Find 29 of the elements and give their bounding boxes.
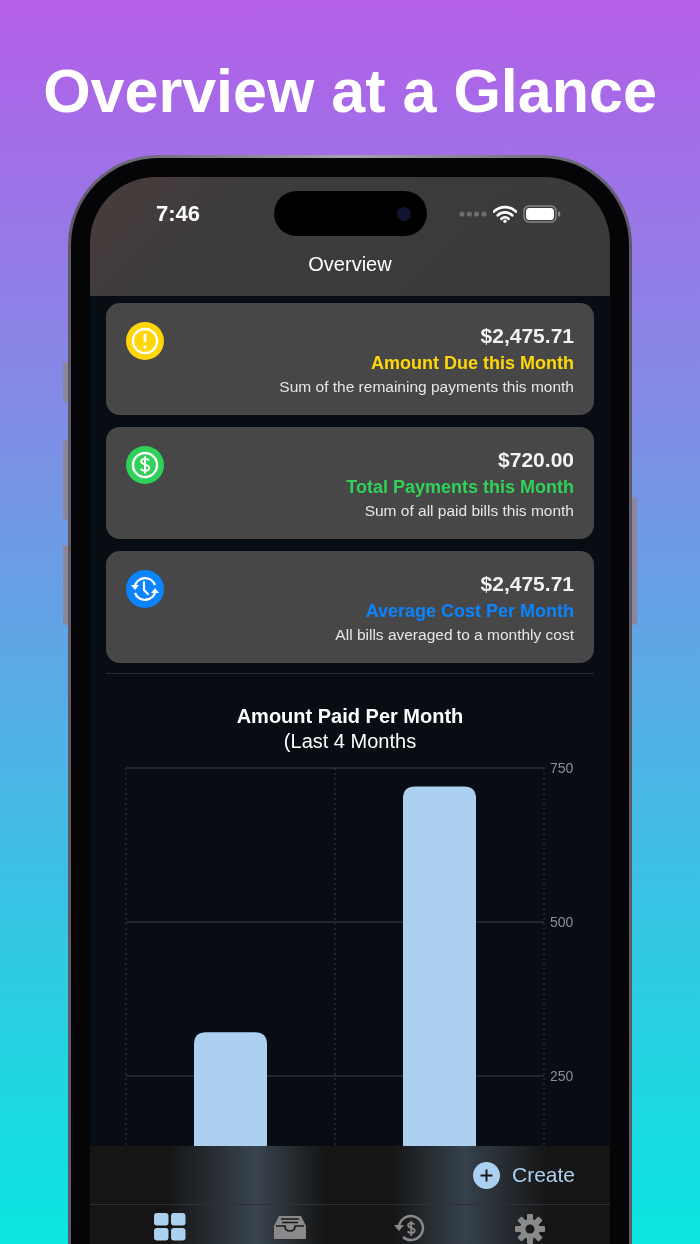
amount-value: $2,475.71 xyxy=(480,323,574,349)
plus-icon xyxy=(472,1161,500,1189)
create-button[interactable]: Create xyxy=(472,1161,575,1189)
card-description: Sum of all paid bills this month xyxy=(364,501,574,521)
battery-icon xyxy=(523,204,561,223)
card-description: Sum of the remaining payments this month xyxy=(279,377,574,397)
wifi-icon xyxy=(493,204,517,223)
card-title: Total Payments this Month xyxy=(346,476,574,499)
amount-value: $2,475.71 xyxy=(480,571,574,597)
amount-value: $720.00 xyxy=(498,447,574,473)
grid-icon xyxy=(154,1213,186,1241)
dollar-icon xyxy=(126,446,164,484)
warning-icon xyxy=(126,322,164,360)
card-title: Amount Due this Month xyxy=(371,352,574,375)
axis-tick-label: 750 xyxy=(550,760,574,776)
screen-title: Overview xyxy=(307,253,393,276)
status-time: 7:46 xyxy=(154,200,200,227)
chart-subtitle: (Last 4 Months xyxy=(283,729,417,754)
card-description: All bills averaged to a monthly cost xyxy=(335,625,574,645)
card-title: Average Cost Per Month xyxy=(365,600,574,623)
refund-icon xyxy=(393,1213,427,1243)
chart-title: Amount Paid Per Month xyxy=(236,704,464,729)
tray-icon xyxy=(273,1213,307,1241)
settings-icon xyxy=(514,1213,546,1244)
axis-tick-label: 250 xyxy=(550,1068,574,1084)
axis-tick-label: 500 xyxy=(550,914,574,930)
signal-icon xyxy=(459,210,487,217)
clock-cycle-icon xyxy=(126,570,164,608)
headline: Overview at a Glance xyxy=(43,58,657,124)
